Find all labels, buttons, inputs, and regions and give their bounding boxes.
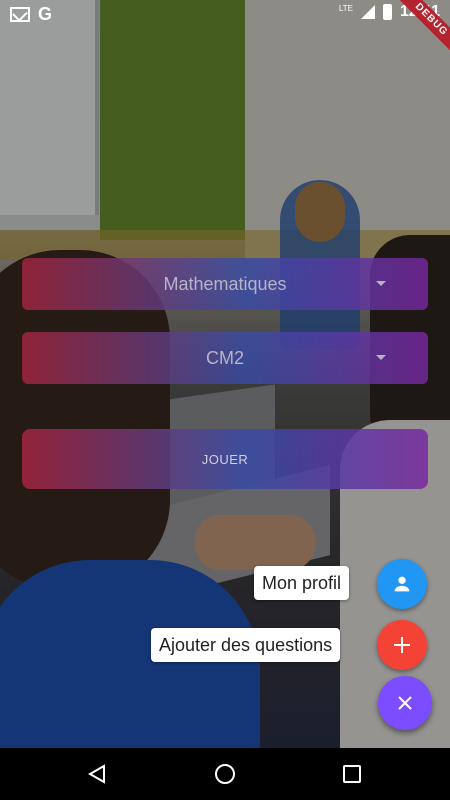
level-selected-value: CM2 — [205, 347, 244, 368]
signal-icon — [360, 5, 375, 19]
close-icon — [398, 696, 412, 710]
add-questions-button[interactable] — [377, 620, 427, 670]
recent-apps-icon[interactable] — [343, 765, 361, 783]
back-icon[interactable] — [88, 764, 108, 784]
profile-button[interactable] — [377, 559, 427, 609]
level-dropdown[interactable]: CM2 — [22, 332, 428, 384]
subject-dropdown[interactable]: Mathematiques — [22, 258, 428, 310]
speed-dial-toggle-button[interactable] — [378, 676, 432, 730]
navigation-bar — [0, 748, 450, 800]
google-icon: G — [38, 4, 53, 24]
person-icon — [394, 576, 410, 592]
chevron-down-icon — [376, 281, 386, 286]
play-button[interactable]: JOUER — [22, 429, 428, 489]
profile-label[interactable]: Mon profil — [254, 566, 350, 600]
home-icon[interactable] — [215, 764, 235, 784]
add-questions-label[interactable]: Ajouter des questions — [151, 628, 341, 662]
gmail-icon — [10, 7, 30, 22]
lte-indicator: LTE — [338, 3, 353, 13]
chevron-down-icon — [376, 355, 386, 360]
subject-selected-value: Mathematiques — [163, 273, 287, 294]
status-bar: G LTE 12:11 DEBUG — [0, 0, 450, 58]
battery-icon — [382, 4, 392, 20]
plus-icon — [394, 637, 410, 653]
